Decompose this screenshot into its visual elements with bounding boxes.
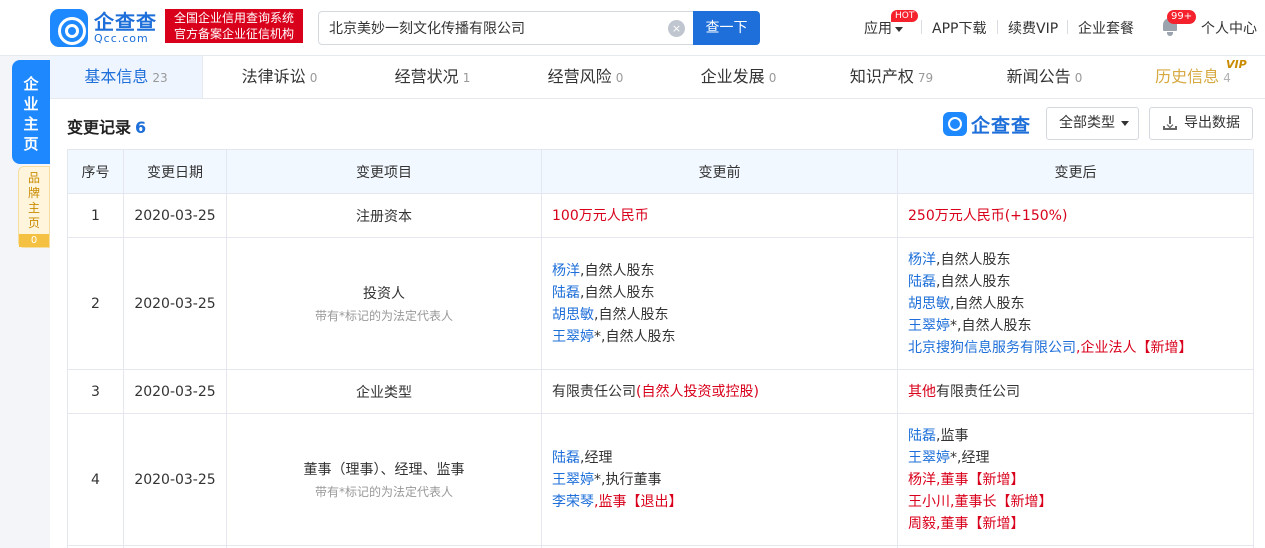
tab-development[interactable]: 企业发展 0 <box>662 56 815 98</box>
table-row: 1 2020-03-25 注册资本 100万元人民币 250万元人民币(+150… <box>67 193 1254 238</box>
person-link[interactable]: 王翠婷 <box>552 472 594 488</box>
nav-divider <box>1067 20 1068 34</box>
logo-en-text: Qcc.com <box>94 32 149 45</box>
legal-rep-note: 带有*标记的为法定代表人 <box>314 309 453 323</box>
person-link[interactable]: 胡思敏 <box>908 296 950 312</box>
type-filter-dropdown[interactable]: 全部类型 <box>1046 107 1139 140</box>
export-data-button[interactable]: 导出数据 <box>1149 107 1253 140</box>
logo-cn-text: 企查查 <box>94 10 157 34</box>
record-count: 6 <box>135 118 147 137</box>
top-header: 企查查 Qcc.com 全国企业信用查询系统 官方备案企业征信机构 × 查一下 … <box>0 0 1265 56</box>
person-link[interactable]: 李荣琴 <box>552 494 594 510</box>
qcc-watermark: 企查查 <box>943 111 1031 137</box>
person-link[interactable]: 王小川 <box>908 494 950 510</box>
nav-personal-center[interactable]: 个人中心 <box>1201 18 1257 38</box>
person-link[interactable]: 陆磊 <box>552 450 580 466</box>
search-box: × <box>318 11 694 45</box>
person-link[interactable]: 杨洋 <box>908 472 936 488</box>
before-value: 100万元人民币 <box>552 207 649 224</box>
person-link[interactable]: 陆磊 <box>908 274 936 290</box>
side-tab-company-home[interactable]: 企 业 主 页 <box>12 60 50 164</box>
table-row: 2 2020-03-25 投资人 带有*标记的为法定代表人 杨洋,自然人股东 陆磊… <box>67 237 1254 370</box>
person-link[interactable]: 王翠婷 <box>552 329 594 345</box>
company-link[interactable]: 北京搜狗信息服务有限公司 <box>908 340 1076 356</box>
qcc-logo-icon <box>50 9 88 47</box>
brand-count-badge: 0 <box>19 234 49 247</box>
qcc-logo[interactable]: 企查查 Qcc.com <box>50 9 157 47</box>
credential-badge: 全国企业信用查询系统 官方备案企业征信机构 <box>165 9 303 43</box>
person-link[interactable]: 杨洋 <box>908 252 936 268</box>
person-link[interactable]: 陆磊 <box>552 285 580 301</box>
side-tab-brand-home[interactable]: 品 牌 主 页 0 <box>18 166 50 248</box>
clear-icon[interactable]: × <box>668 20 685 37</box>
tab-news[interactable]: 新闻公告 0 <box>968 56 1121 98</box>
tab-ip[interactable]: 知识产权 79 <box>815 56 968 98</box>
search-input[interactable] <box>329 12 659 44</box>
nav-divider <box>997 20 998 34</box>
tab-legal[interactable]: 法律诉讼 0 <box>203 56 356 98</box>
table-row: 3 2020-03-25 企业类型 有限责任公司(自然人投资或控股) 其他有限责… <box>67 369 1254 414</box>
nav-enterprise-package[interactable]: 企业套餐 <box>1078 18 1134 38</box>
person-link[interactable]: 王翠婷 <box>908 318 950 334</box>
change-record-table: 序号 变更日期 变更项目 变更前 变更后 1 2020-03-25 注册资本 1… <box>67 149 1254 548</box>
message-count-badge: 99+ <box>1167 10 1197 24</box>
hot-badge: HOT <box>891 10 919 22</box>
main-panel: 基本信息 23 法律诉讼 0 经营状况 1 经营风险 0 企业发展 0 知识产权 79 新闻… <box>50 56 1265 548</box>
nav-divider <box>921 20 922 34</box>
person-link[interactable]: 杨洋 <box>552 263 580 279</box>
search-button[interactable]: 查一下 <box>693 11 760 45</box>
col-header-before: 变更前 <box>541 149 898 194</box>
tab-basic-info[interactable]: 基本信息 23 <box>50 56 203 98</box>
tab-operations[interactable]: 经营状况 1 <box>356 56 509 98</box>
vip-mark: VIP <box>1226 58 1247 71</box>
chevron-down-icon <box>1121 120 1129 126</box>
download-icon <box>1163 116 1177 130</box>
tab-bar: 基本信息 23 法律诉讼 0 经营状况 1 经营风险 0 企业发展 0 知识产权 79 新闻… <box>50 56 1265 99</box>
chevron-down-icon <box>895 26 903 32</box>
table-header-row: 序号 变更日期 变更项目 变更前 变更后 <box>67 149 1254 194</box>
qcc-logo-icon <box>943 112 967 136</box>
col-header-after: 变更后 <box>897 149 1254 194</box>
nav-renew-vip[interactable]: 续费VIP <box>1008 18 1058 38</box>
person-link[interactable]: 王翠婷 <box>908 450 950 466</box>
table-row: 4 2020-03-25 董事（理事）、经理、监事 带有*标记的为法定代表人 陆磊… <box>67 413 1254 546</box>
person-link[interactable]: 周毅 <box>908 516 936 532</box>
nav-app-download[interactable]: APP下载 <box>932 18 986 38</box>
person-link[interactable]: 胡思敏 <box>552 307 594 323</box>
col-header-item: 变更项目 <box>226 149 542 194</box>
tab-risk[interactable]: 经营风险 0 <box>509 56 662 98</box>
person-link[interactable]: 陆磊 <box>908 428 936 444</box>
legal-rep-note: 带有*标记的为法定代表人 <box>314 485 453 499</box>
section-title: 变更记录 6 <box>67 118 147 137</box>
col-header-date: 变更日期 <box>123 149 227 194</box>
after-value: 250万元人民币(+150%) <box>908 207 1068 224</box>
col-header-no: 序号 <box>67 149 124 194</box>
